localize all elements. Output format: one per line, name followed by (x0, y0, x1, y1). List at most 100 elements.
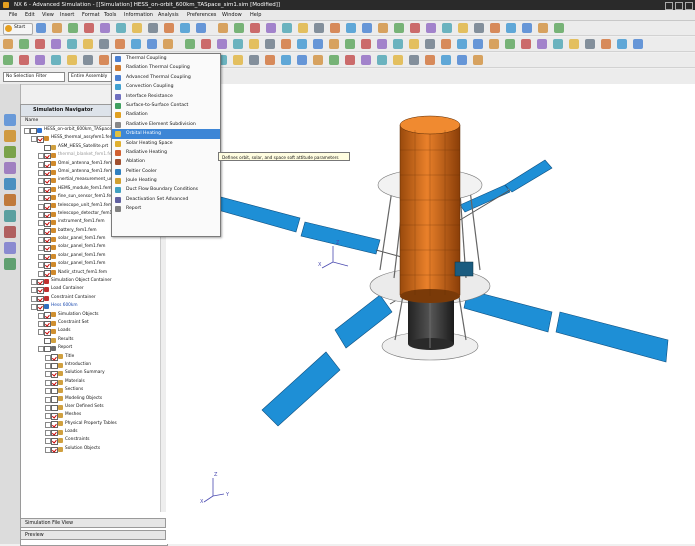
visibility-checkbox[interactable] (44, 152, 51, 160)
fit-tool-icon[interactable] (83, 39, 93, 49)
menu-item[interactable]: Joule Heating (112, 176, 220, 185)
solar-panel-lower-left[interactable] (261, 294, 393, 427)
paste-tool-icon[interactable] (442, 23, 452, 33)
visibility-checkbox[interactable] (44, 270, 51, 277)
open-tool-icon[interactable] (617, 39, 627, 49)
instrument-box[interactable] (454, 261, 474, 277)
copy-tool-icon[interactable] (426, 23, 436, 33)
menu-help[interactable]: Help (250, 12, 261, 18)
redo-tool-icon[interactable] (67, 39, 77, 49)
part-navigator-icon[interactable] (4, 146, 16, 158)
redo-tool-icon[interactable] (393, 39, 403, 49)
zoom-tool-icon[interactable] (506, 23, 516, 33)
rotate-tool-icon[interactable] (115, 39, 125, 49)
minimize-button[interactable] (665, 2, 673, 10)
roles-icon[interactable] (4, 162, 16, 174)
tree-node[interactable]: Loads (21, 428, 167, 437)
tree-node[interactable]: Physical Property Tables (21, 420, 167, 428)
menu-analysis[interactable]: Analysis (158, 12, 179, 18)
fit-tool-icon[interactable] (361, 55, 371, 65)
new-tool-icon[interactable] (233, 55, 243, 65)
wireframe-tool-icon[interactable] (489, 39, 499, 49)
reuse-library-icon[interactable] (4, 178, 16, 190)
close-button[interactable] (685, 2, 693, 10)
tree-node[interactable]: Nadir_struct_fem1.fem (21, 269, 167, 277)
fit-tool-icon[interactable] (35, 55, 45, 65)
visibility-checkbox[interactable] (44, 320, 51, 328)
cut-tool-icon[interactable] (84, 23, 94, 33)
wireframe-tool-icon[interactable] (163, 39, 173, 49)
solar-panel-upper-left[interactable] (217, 196, 381, 255)
menu-item[interactable]: Ablation (112, 157, 220, 166)
tree-node[interactable]: Introduction (21, 361, 167, 370)
shade-tool-icon[interactable] (147, 39, 157, 49)
pan-tool-icon[interactable] (409, 55, 419, 65)
menu-item[interactable]: Orbital Heating (112, 129, 220, 139)
layer-tool-icon[interactable] (457, 55, 467, 65)
tree-node[interactable]: Simulation Object Container (21, 277, 167, 286)
menu-item[interactable]: Surface-to-Surface Contact (112, 101, 220, 110)
shade-tool-icon[interactable] (554, 23, 564, 33)
measure-tool-icon[interactable] (233, 39, 243, 49)
rotate-tool-icon[interactable] (196, 23, 206, 33)
paste-tool-icon[interactable] (116, 23, 126, 33)
new-tool-icon[interactable] (362, 23, 372, 33)
render-tool-icon[interactable] (473, 55, 483, 65)
redo-tool-icon[interactable] (345, 55, 355, 65)
zoom-tool-icon[interactable] (425, 39, 435, 49)
menu-item[interactable]: Convection Coupling (112, 82, 220, 91)
render-tool-icon[interactable] (201, 39, 211, 49)
visibility-checkbox[interactable] (44, 203, 51, 210)
copy-tool-icon[interactable] (297, 55, 307, 65)
visibility-checkbox[interactable] (37, 295, 44, 303)
menu-item[interactable]: Radiation Thermal Coupling (112, 63, 220, 72)
open-tool-icon[interactable] (249, 55, 259, 65)
tree-node[interactable]: Load Container (21, 285, 167, 294)
menu-item[interactable]: Radiative Heating (112, 148, 220, 157)
process-studio-icon[interactable] (4, 258, 16, 270)
menu-view[interactable]: View (42, 12, 54, 18)
visibility-checkbox[interactable] (44, 337, 51, 345)
csys-tool-icon[interactable] (330, 23, 340, 33)
tree-node[interactable]: User Defined Sets (21, 403, 167, 412)
zoom-tool-icon[interactable] (51, 55, 61, 65)
menu-item[interactable]: Duct Flow Boundary Conditions (112, 185, 220, 194)
save-tool-icon[interactable] (394, 23, 404, 33)
system-materials-icon[interactable] (4, 226, 16, 238)
visibility-checkbox[interactable] (44, 245, 51, 252)
preview-panel[interactable]: Preview (20, 530, 166, 540)
visibility-checkbox[interactable] (44, 312, 51, 319)
visibility-checkbox[interactable] (51, 371, 58, 378)
visibility-checkbox[interactable] (51, 396, 58, 403)
tree-node[interactable]: Report (21, 344, 167, 353)
tree-node[interactable]: Meshes (21, 411, 167, 420)
visibility-checkbox[interactable] (51, 404, 58, 412)
visibility-checkbox[interactable] (51, 438, 58, 445)
visibility-checkbox[interactable] (44, 194, 51, 202)
tree-node[interactable]: Constraint Set (21, 319, 167, 328)
rotate-tool-icon[interactable] (67, 55, 77, 65)
visibility-checkbox[interactable] (44, 262, 51, 269)
visibility-checkbox[interactable] (51, 413, 58, 420)
visibility-checkbox[interactable] (44, 186, 51, 194)
visibility-checkbox[interactable] (51, 362, 58, 370)
rotate-tool-icon[interactable] (393, 55, 403, 65)
measure-tool-icon[interactable] (314, 23, 324, 33)
start-button[interactable]: Start (3, 23, 33, 35)
menu-item[interactable]: Deactivation Set Advanced (112, 195, 220, 204)
shade-tool-icon[interactable] (425, 55, 435, 65)
menu-item[interactable]: Interface Resistance (112, 92, 220, 101)
undo-tool-icon[interactable] (458, 23, 468, 33)
menu-item[interactable]: Solar Heating Space (112, 139, 220, 148)
csys-tool-icon[interactable] (569, 39, 579, 49)
menu-item[interactable]: Report (112, 204, 220, 213)
shade-tool-icon[interactable] (99, 55, 109, 65)
cut-tool-icon[interactable] (281, 55, 291, 65)
copy-tool-icon[interactable] (19, 39, 29, 49)
paste-tool-icon[interactable] (361, 39, 371, 49)
pan-tool-icon[interactable] (131, 39, 141, 49)
csys-tool-icon[interactable] (249, 39, 259, 49)
snap-tool-icon[interactable] (265, 39, 275, 49)
zoom-tool-icon[interactable] (180, 23, 190, 33)
tree-node[interactable]: Constraints (21, 436, 167, 445)
